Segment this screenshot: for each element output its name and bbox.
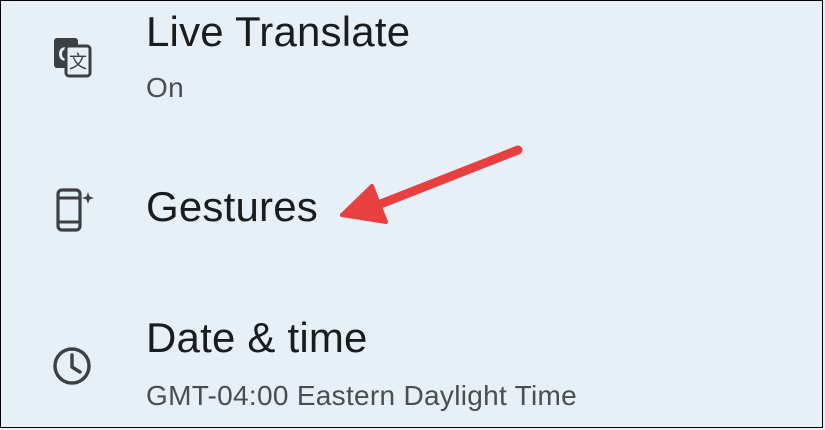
settings-item-live-translate[interactable]: G 文 Live Translate On [0,0,825,120]
settings-item-title: Gestures [146,183,318,230]
settings-item-subtitle: On [146,72,184,103]
translate-icon: G 文 [48,32,96,80]
settings-item-title: Date & time [146,314,368,361]
phone-gestures-icon [48,186,96,234]
settings-item-title: Live Translate [146,8,411,55]
svg-text:文: 文 [69,52,87,72]
settings-item-date-time[interactable]: Date & time GMT-04:00 Eastern Daylight T… [0,300,825,430]
settings-item-gestures[interactable]: Gestures [0,150,825,270]
settings-item-subtitle: GMT-04:00 Eastern Daylight Time [146,380,578,411]
clock-icon [48,342,96,390]
